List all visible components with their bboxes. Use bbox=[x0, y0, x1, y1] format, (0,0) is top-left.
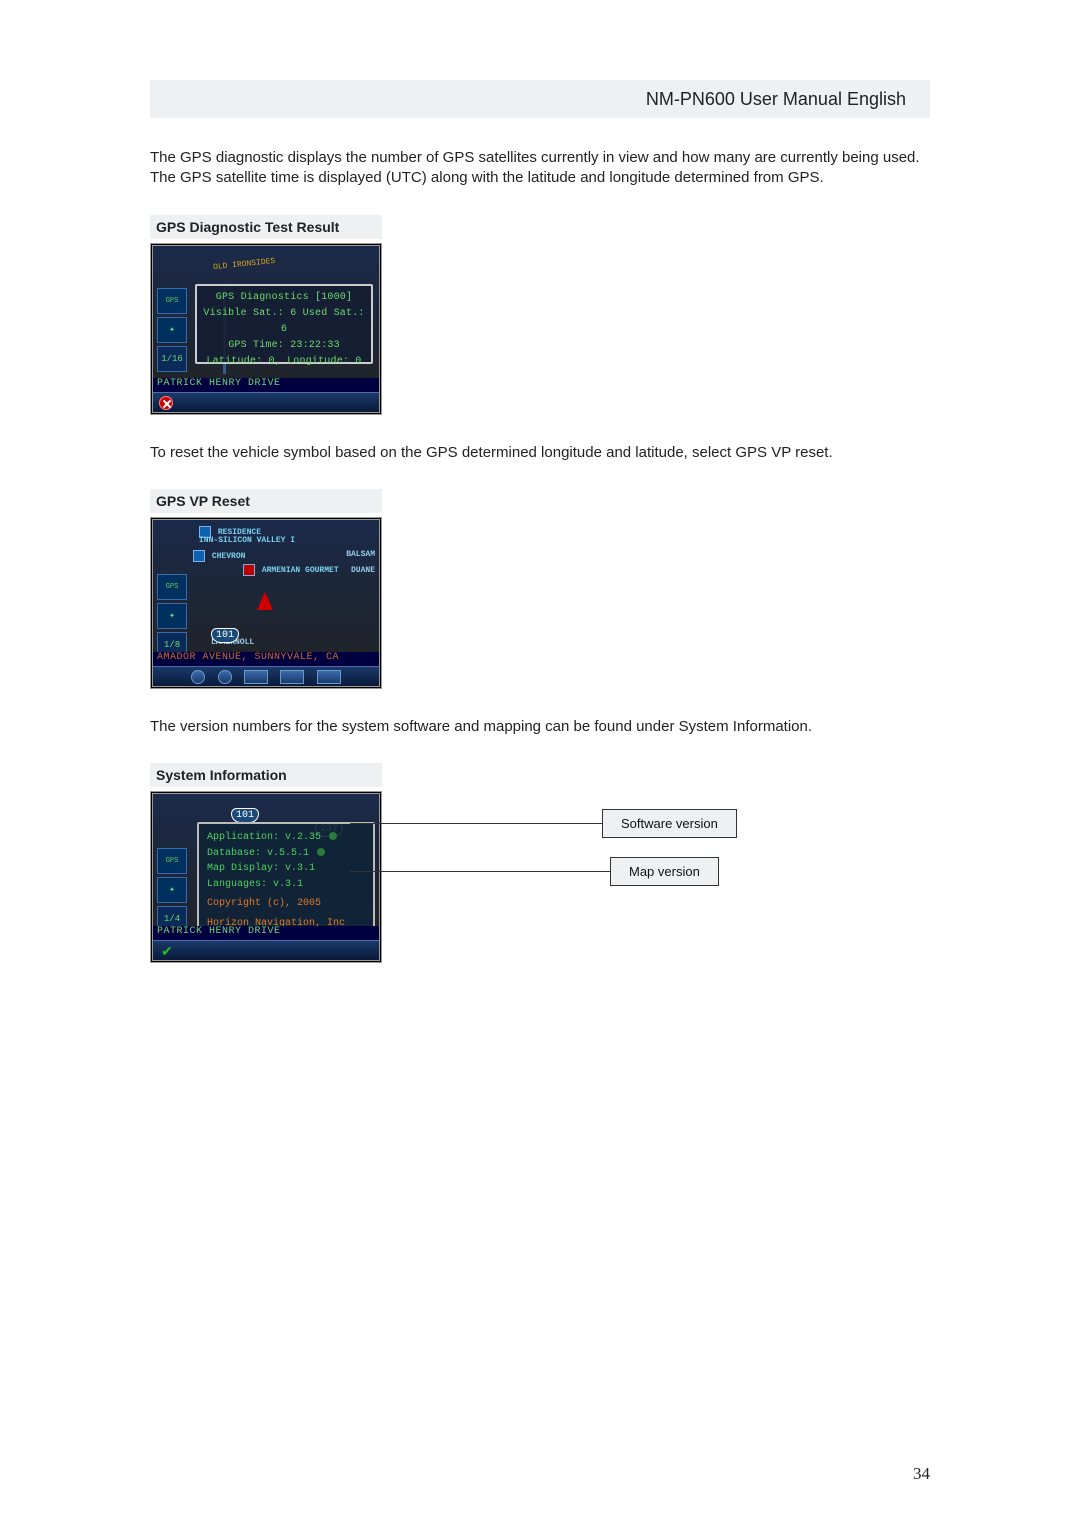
screenshot-gps-vp-reset: RESIDENCE INN-SILICON VALLEY I CHEVRON A… bbox=[150, 517, 382, 689]
sysinfo-map-display: Map Display: v.3.1 bbox=[207, 861, 365, 877]
poi-inn: INN-SILICON VALLEY I bbox=[199, 536, 295, 545]
toolbar-button[interactable] bbox=[191, 670, 205, 684]
road-label-top: OLD IRONSIDES bbox=[213, 256, 276, 271]
street-name: AMADOR AVENUE, SUNNYVALE, CA bbox=[157, 652, 339, 663]
nav-dpad-button[interactable]: ✦ bbox=[157, 877, 187, 903]
poi-label: INN-SILICON VALLEY I bbox=[199, 536, 295, 545]
callout-leader bbox=[350, 871, 610, 872]
sysinfo-database: Database: v.5.5.1 bbox=[207, 846, 365, 862]
gps-diagnostic-popup: GPS Diagnostics [1000] Visible Sat.: 6 U… bbox=[195, 284, 373, 364]
hwy-101: 101 bbox=[211, 624, 239, 643]
hwy-shield: 101 bbox=[231, 808, 259, 823]
caption-system-info: System Information bbox=[150, 763, 382, 787]
caption-gps-diag: GPS Diagnostic Test Result bbox=[150, 215, 382, 239]
check-icon[interactable]: ✔ bbox=[161, 943, 173, 960]
street-bar: PATRICK HENRY DRIVE bbox=[153, 378, 379, 392]
callout-leader bbox=[350, 823, 602, 824]
scale-button[interactable]: 1/16 bbox=[157, 346, 187, 372]
sysinfo-line-text: Application: v.2.35 bbox=[207, 832, 321, 843]
poi-close-icon bbox=[243, 564, 255, 576]
street-name: PATRICK HENRY DRIVE bbox=[157, 378, 281, 389]
callout-software-version: Software version bbox=[602, 809, 737, 838]
poi-label: CHEVRON bbox=[212, 552, 246, 561]
left-sidebar: GPS ✦ 1/8 bbox=[157, 574, 191, 658]
poi-balsam: BALSAM bbox=[346, 550, 375, 559]
street-name: PATRICK HENRY DRIVE bbox=[157, 926, 281, 937]
street-bar: PATRICK HENRY DRIVE bbox=[153, 926, 379, 940]
paragraph-3: The version numbers for the system softw… bbox=[150, 717, 930, 737]
screenshot-system-info: 101 237 Application: v.2.35 Database: v.… bbox=[150, 791, 382, 963]
diag-time: GPS Time: 23:22:33 bbox=[203, 338, 365, 354]
poi-label: ARMENIAN GOURMET bbox=[262, 566, 339, 575]
paragraph-2: To reset the vehicle symbol based on the… bbox=[150, 443, 930, 463]
hwy-shield: 101 bbox=[211, 628, 239, 643]
street-bar: AMADOR AVENUE, SUNNYVALE, CA bbox=[153, 652, 379, 666]
bottom-toolbar: ✔ bbox=[153, 940, 379, 960]
bottom-toolbar bbox=[153, 666, 379, 686]
gps-button[interactable]: GPS bbox=[157, 288, 187, 314]
caption-gps-vp-reset: GPS VP Reset bbox=[150, 489, 382, 513]
vehicle-arrow-icon bbox=[257, 592, 273, 610]
bottom-toolbar bbox=[153, 392, 379, 412]
toolbar-button[interactable] bbox=[244, 670, 268, 684]
gps-button[interactable]: GPS bbox=[157, 848, 187, 874]
dot-icon bbox=[329, 832, 337, 840]
toolbar-button[interactable] bbox=[280, 670, 304, 684]
cancel-icon[interactable] bbox=[159, 396, 173, 410]
poi-icon bbox=[193, 550, 205, 562]
page-number: 34 bbox=[913, 1464, 930, 1484]
poi-duane: DUANE bbox=[351, 566, 375, 575]
header-bar: NM-PN600 User Manual English bbox=[150, 80, 930, 118]
sysinfo-line-text: Database: v.5.5.1 bbox=[207, 848, 309, 859]
callout-map-version: Map version bbox=[610, 857, 719, 886]
dot-icon bbox=[317, 848, 325, 856]
header-title: NM-PN600 User Manual English bbox=[646, 89, 906, 110]
toolbar-button[interactable] bbox=[317, 670, 341, 684]
sysinfo-application: Application: v.2.35 bbox=[207, 830, 365, 846]
system-info-popup: Application: v.2.35 Database: v.5.5.1 Ma… bbox=[197, 822, 375, 932]
diag-title: GPS Diagnostics [1000] bbox=[203, 290, 365, 306]
toolbar-button[interactable] bbox=[218, 670, 232, 684]
sysinfo-languages: Languages: v.3.1 bbox=[207, 877, 365, 893]
system-info-figure: 101 237 Application: v.2.35 Database: v.… bbox=[150, 791, 790, 963]
left-sidebar: GPS ✦ 1/4 bbox=[157, 848, 191, 932]
gps-button[interactable]: GPS bbox=[157, 574, 187, 600]
paragraph-1: The GPS diagnostic displays the number o… bbox=[150, 148, 930, 189]
sysinfo-copyright-1: Copyright (c), 2005 bbox=[207, 896, 365, 912]
nav-dpad-button[interactable]: ✦ bbox=[157, 603, 187, 629]
poi-chevron: CHEVRON bbox=[193, 550, 245, 562]
nav-dpad-button[interactable]: ✦ bbox=[157, 317, 187, 343]
hwy-101: 101 bbox=[231, 804, 259, 823]
diag-satellites: Visible Sat.: 6 Used Sat.: 6 bbox=[203, 306, 365, 338]
poi-armenian: ARMENIAN GOURMET bbox=[243, 564, 339, 576]
screenshot-gps-diagnostic: OLD IRONSIDES GPS ✦ 1/16 GPS Diagnostics… bbox=[150, 243, 382, 415]
diag-latlon: Latitude: 0, Longitude: 0 bbox=[203, 354, 365, 370]
left-sidebar: GPS ✦ 1/16 bbox=[157, 288, 191, 372]
